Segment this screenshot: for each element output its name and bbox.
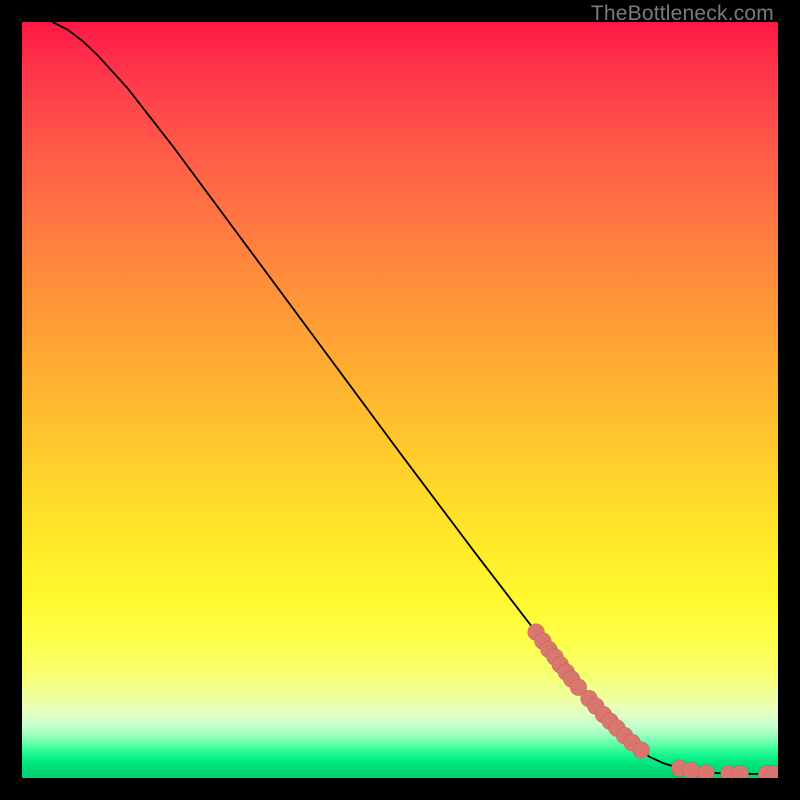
data-point bbox=[698, 764, 715, 778]
chart-svg bbox=[22, 22, 778, 778]
chart-frame: TheBottleneck.com bbox=[0, 0, 800, 800]
watermark-text: TheBottleneck.com bbox=[591, 2, 774, 26]
data-point bbox=[633, 742, 650, 759]
curve-line bbox=[52, 22, 774, 774]
data-point bbox=[683, 762, 700, 778]
plot-area bbox=[22, 22, 778, 778]
scatter-points bbox=[528, 624, 778, 778]
